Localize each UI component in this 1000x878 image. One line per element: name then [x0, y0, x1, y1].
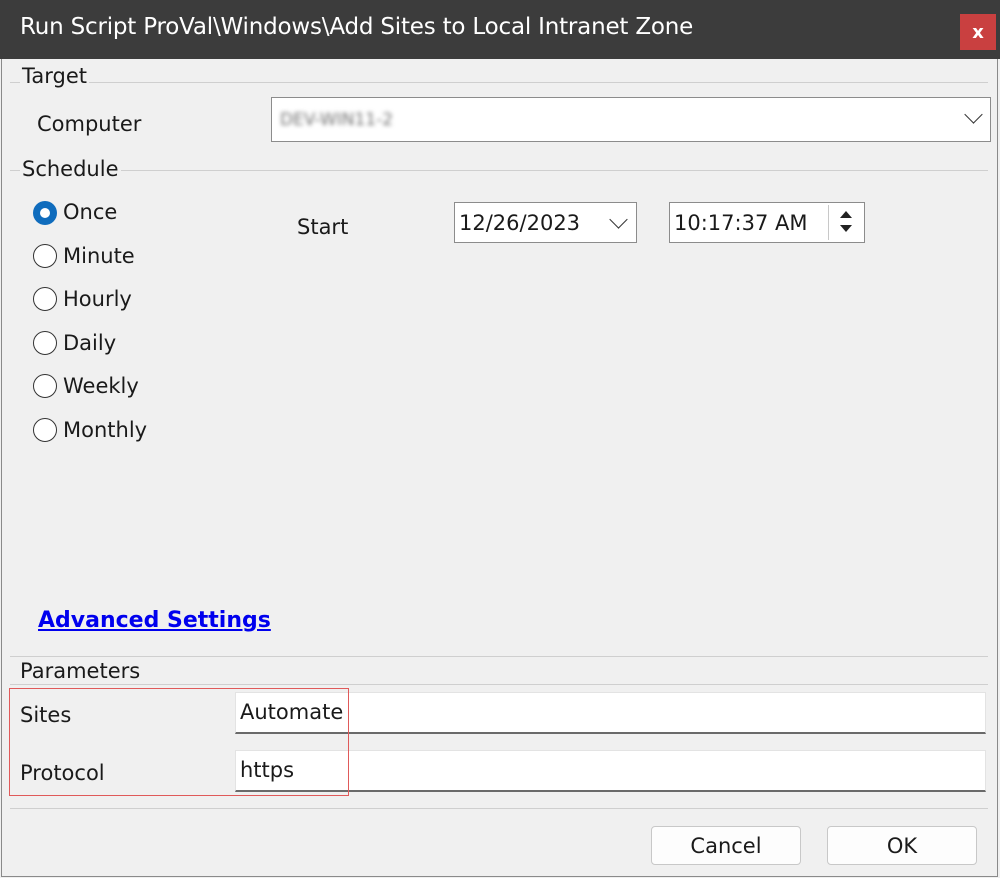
parameters-header-divider	[10, 684, 988, 685]
start-date-picker[interactable]: 12/26/2023	[454, 202, 637, 243]
start-label: Start	[297, 215, 349, 239]
ok-button[interactable]: OK	[827, 826, 977, 865]
highlight-box	[9, 688, 349, 796]
parameters-group-top-border	[10, 656, 988, 657]
computer-select[interactable]: DEV-WIN11-2	[271, 97, 991, 142]
radio-icon	[33, 331, 57, 355]
option-label: Once	[63, 200, 118, 224]
cancel-button[interactable]: Cancel	[651, 826, 801, 865]
computer-label: Computer	[37, 112, 142, 136]
footer-divider	[10, 808, 988, 809]
time-spinner[interactable]	[828, 205, 863, 240]
radio-icon	[33, 418, 57, 442]
target-section-label: Target	[20, 64, 89, 88]
option-label: Weekly	[63, 374, 139, 398]
target-group-border	[10, 82, 988, 83]
start-time-value: 10:17:37 AM	[674, 211, 808, 235]
option-label: Monthly	[63, 418, 148, 442]
window-title: Run Script ProVal\Windows\Add Sites to L…	[20, 14, 694, 40]
radio-icon	[33, 287, 57, 311]
radio-icon	[33, 374, 57, 398]
chevron-down-icon	[964, 105, 983, 124]
ok-label: OK	[886, 833, 918, 858]
schedule-section-label: Schedule	[20, 157, 121, 181]
cancel-label: Cancel	[690, 833, 762, 858]
advanced-settings-link[interactable]: Advanced Settings	[38, 608, 271, 633]
option-label: Minute	[63, 244, 135, 268]
parameters-section-label: Parameters	[18, 659, 143, 683]
chevron-down-icon	[609, 210, 628, 229]
close-button[interactable]: x	[960, 14, 996, 50]
radio-icon	[33, 244, 57, 268]
close-icon: x	[972, 21, 984, 43]
start-time-picker[interactable]: 10:17:37 AM	[669, 202, 865, 243]
spin-up-icon[interactable]	[840, 211, 852, 218]
option-label: Daily	[63, 331, 117, 355]
schedule-group-border	[10, 170, 988, 171]
option-label: Hourly	[63, 287, 132, 311]
spin-down-icon[interactable]	[840, 225, 852, 232]
start-date-value: 12/26/2023	[459, 211, 581, 235]
radio-selected-icon	[33, 201, 57, 225]
computer-value: DEV-WIN11-2	[280, 110, 394, 130]
